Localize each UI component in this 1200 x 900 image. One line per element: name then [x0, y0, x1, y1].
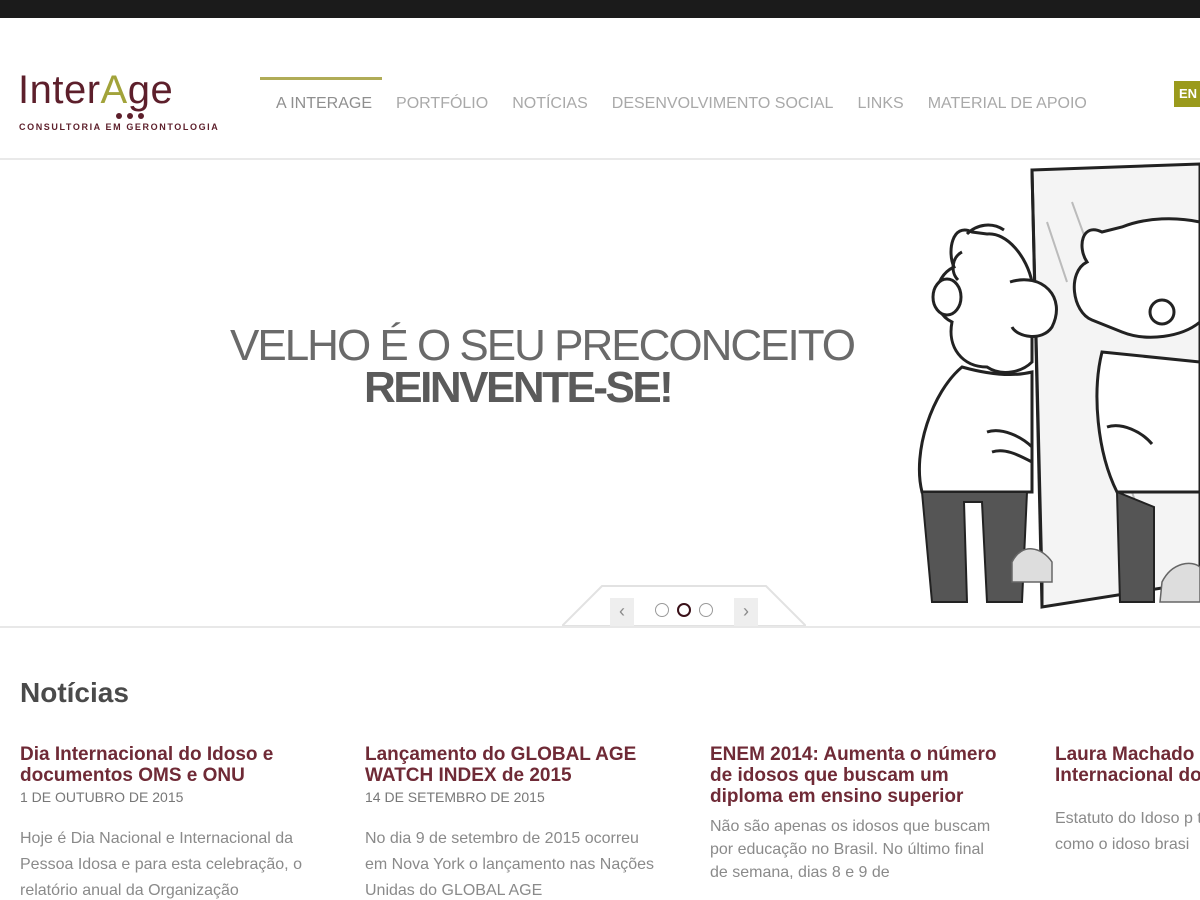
logo-dots [116, 106, 152, 119]
news-item: Lançamento do GLOBAL AGE WATCH INDEX de … [365, 744, 665, 900]
slider-dot-3[interactable] [699, 603, 713, 617]
nav-item-desenvolvimento-social[interactable]: DESENVOLVIMENTO SOCIAL [612, 94, 834, 116]
news-item-title[interactable]: Dia Internacional do Idoso e documentos … [20, 744, 273, 786]
news-item: Dia Internacional do Idoso e documentos … [20, 744, 320, 900]
news-item-title[interactable]: ENEM 2014: Aumenta o número de idosos qu… [710, 744, 996, 807]
main-nav: A INTERAGE PORTFÓLIO NOTÍCIAS DESENVOLVI… [259, 77, 1111, 116]
slider-dot-1[interactable] [655, 603, 669, 617]
nav-item-material-de-apoio[interactable]: MATERIAL DE APOIO [928, 94, 1087, 116]
hero-divider [0, 626, 1200, 640]
news-item-title[interactable]: Lançamento do GLOBAL AGE WATCH INDEX de … [365, 744, 636, 786]
hero-slider: VELHO É O SEU PRECONCEITO REINVENTE-SE! [0, 162, 1200, 626]
news-item-date: 1 DE OUTUBRO DE 2015 [20, 789, 184, 805]
news-item-date: 14 DE SETEMBRO DE 2015 [365, 789, 545, 805]
news-item-excerpt: No dia 9 de setembro de 2015 ocorreu em … [365, 830, 655, 899]
hero-cartoon-illustration [917, 162, 1200, 609]
news-item-title[interactable]: Laura Machado entrevista na Gl Internaci… [1055, 744, 1200, 786]
news-item-excerpt: Hoje é Dia Nacional e Internacional da P… [20, 830, 302, 899]
slider-controls: ‹ › [562, 584, 806, 628]
top-bar [0, 0, 1200, 18]
nav-item-portfolio[interactable]: PORTFÓLIO [396, 94, 488, 116]
news-item-excerpt: Estatuto do Idoso p terceira idade a div… [1055, 810, 1200, 853]
nav-item-noticias[interactable]: NOTÍCIAS [512, 94, 588, 116]
news-item-excerpt: Não são apenas os idosos que buscam por … [710, 818, 991, 881]
logo-tagline: CONSULTORIA EM GERONTOLOGIA [19, 122, 220, 132]
news-section-title: Notícias [20, 677, 129, 708]
nav-item-a-interage[interactable]: A INTERAGE [259, 77, 383, 116]
hero-subheadline: REINVENTE-SE! [364, 363, 674, 412]
slider-next-button[interactable]: › [734, 598, 758, 626]
language-switch-en[interactable]: EN [1174, 81, 1200, 107]
news-item: ENEM 2014: Aumenta o número de idosos qu… [710, 744, 1005, 884]
slider-prev-button[interactable]: ‹ [610, 598, 634, 626]
news-item: Laura Machado entrevista na Gl Internaci… [1055, 744, 1200, 858]
nav-item-links[interactable]: LINKS [857, 94, 903, 116]
slider-dot-2-active[interactable] [677, 603, 691, 617]
site-header: InterAge CONSULTORIA EM GERONTOLOGIA A I… [0, 40, 1200, 160]
interage-logo[interactable]: InterAge CONSULTORIA EM GERONTOLOGIA [18, 68, 218, 138]
